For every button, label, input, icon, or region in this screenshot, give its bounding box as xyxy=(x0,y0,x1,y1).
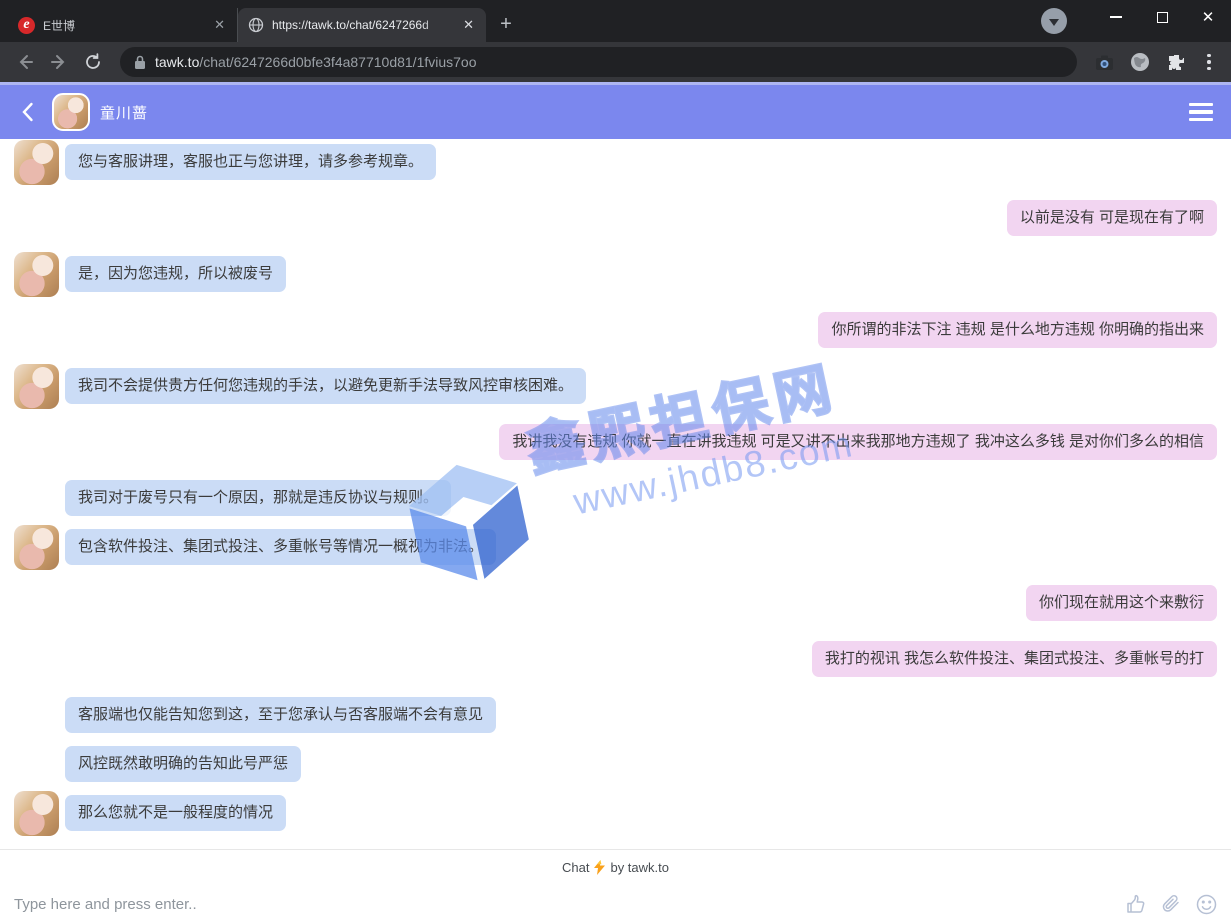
message-bubble: 你所谓的非法下注 违规 是什么地方违规 你明确的指出来 xyxy=(818,312,1217,348)
tab-tawk-chat[interactable]: https://tawk.to/chat/6247266d ✕ xyxy=(238,8,486,42)
chat-menu-icon[interactable] xyxy=(1185,99,1217,126)
agent-avatar xyxy=(14,525,59,570)
agent-avatar xyxy=(14,252,59,297)
brand-chat-label: Chat xyxy=(562,860,589,875)
message-bubble: 风控既然敢明确的告知此号严惩 xyxy=(65,746,301,782)
chat-back-button[interactable] xyxy=(14,99,40,125)
brand-by-label: by tawk.to xyxy=(610,860,669,875)
chat-message: 你所谓的非法下注 违规 是什么地方违规 你明确的指出来 xyxy=(14,312,1231,348)
url-domain: tawk.to xyxy=(155,54,199,70)
message-bubble: 我司不会提供贵方任何您违规的手法，以避免更新手法导致风控审核困难。 xyxy=(65,368,586,404)
message-bubble: 客服端也仅能告知您到这，至于您承认与否客服端不会有意见 xyxy=(65,697,496,733)
chat-header: 童川蔷 xyxy=(0,85,1231,139)
chat-message: 我讲我没有违规 你就一直在讲我违规 可是又讲不出来我那地方违规了 我冲这么多钱 … xyxy=(14,424,1231,460)
agent-avatar xyxy=(52,93,90,131)
chat-message: 您与客服讲理，客服也正与您讲理，请多参考规章。 xyxy=(14,144,1231,180)
window-maximize-button[interactable] xyxy=(1139,0,1185,34)
lightning-bolt-icon xyxy=(594,860,605,875)
chat-message-list: 您与客服讲理，客服也正与您讲理，请多参考规章。 以前是没有 可是现在有了啊 是，… xyxy=(0,139,1231,849)
browser-toolbar: tawk.to/chat/6247266d0bfe3f4a87710d81/1f… xyxy=(0,42,1231,82)
globe-extension-icon[interactable] xyxy=(1125,47,1155,77)
chat-message: 我司对于废号只有一个原因，那就是违反协议与规则。 xyxy=(14,480,1231,516)
chat-message: 我打的视讯 我怎么软件投注、集团式投注、多重帐号的打 xyxy=(14,641,1231,677)
tab-title: https://tawk.to/chat/6247266d xyxy=(272,18,453,32)
thumbs-up-icon[interactable] xyxy=(1125,893,1147,915)
new-tab-button[interactable]: + xyxy=(492,11,520,39)
browser-menu-icon[interactable] xyxy=(1197,47,1221,77)
tawk-branding[interactable]: Chat by tawk.to xyxy=(0,849,1231,884)
message-bubble: 是，因为您违规，所以被废号 xyxy=(65,256,286,292)
tawk-chat-page: 童川蔷 您与客服讲理，客服也正与您讲理，请多参考规章。 以前是没有 可是现在有了… xyxy=(0,82,1231,924)
tab-close-icon[interactable]: ✕ xyxy=(212,17,227,33)
message-bubble: 我司对于废号只有一个原因，那就是违反协议与规则。 xyxy=(65,480,451,516)
chat-message: 客服端也仅能告知您到这，至于您承认与否客服端不会有意见 xyxy=(14,697,1231,733)
chat-message: 我司不会提供贵方任何您违规的手法，以避免更新手法导致风控审核困难。 xyxy=(14,368,1231,404)
message-bubble: 您与客服讲理，客服也正与您讲理，请多参考规章。 xyxy=(65,144,436,180)
tab-esbo[interactable]: e E世博 ✕ xyxy=(8,8,238,42)
chat-message: 风控既然敢明确的告知此号严惩 xyxy=(14,746,1231,782)
emoji-icon[interactable] xyxy=(1195,893,1217,915)
browser-window: e E世博 ✕ https://tawk.to/chat/6247266d ✕ … xyxy=(0,0,1231,924)
tab-close-icon[interactable]: ✕ xyxy=(461,17,476,33)
message-bubble: 包含软件投注、集团式投注、多重帐号等情况一概视为非法。 xyxy=(65,529,496,565)
agent-avatar xyxy=(14,364,59,409)
message-bubble: 我讲我没有违规 你就一直在讲我违规 可是又讲不出来我那地方违规了 我冲这么多钱 … xyxy=(499,424,1217,460)
agent-avatar xyxy=(14,791,59,836)
globe-favicon-icon xyxy=(248,17,264,33)
window-close-button[interactable]: ✕ xyxy=(1185,0,1231,34)
chat-message: 包含软件投注、集团式投注、多重帐号等情况一概视为非法。 xyxy=(14,529,1231,565)
message-composer xyxy=(0,884,1231,924)
agent-avatar xyxy=(14,140,59,185)
window-minimize-button[interactable] xyxy=(1093,0,1139,34)
extensions-puzzle-icon[interactable] xyxy=(1161,47,1191,77)
reload-button[interactable] xyxy=(78,47,108,77)
chat-message: 那么您就不是一般程度的情况 xyxy=(14,795,1231,831)
downloads-button[interactable] xyxy=(1041,8,1067,34)
agent-name: 童川蔷 xyxy=(100,102,148,123)
chat-message: 是，因为您违规，所以被废号 xyxy=(14,256,1231,292)
lock-icon xyxy=(134,55,146,70)
browser-tab-bar: e E世博 ✕ https://tawk.to/chat/6247266d ✕ … xyxy=(0,0,1231,42)
back-button[interactable] xyxy=(10,47,40,77)
camera-extension-icon[interactable] xyxy=(1089,47,1119,77)
message-bubble: 我打的视讯 我怎么软件投注、集团式投注、多重帐号的打 xyxy=(812,641,1217,677)
chat-message: 你们现在就用这个来敷衍 xyxy=(14,585,1231,621)
forward-button[interactable] xyxy=(44,47,74,77)
url-path: /chat/6247266d0bfe3f4a87710d81/1fvius7oo xyxy=(199,54,476,70)
tab-title: E世博 xyxy=(43,17,204,34)
message-bubble: 那么您就不是一般程度的情况 xyxy=(65,795,286,831)
esbo-favicon-icon: e xyxy=(18,17,35,34)
attachment-icon[interactable] xyxy=(1160,893,1182,915)
chat-message: 以前是没有 可是现在有了啊 xyxy=(14,200,1231,236)
message-bubble: 你们现在就用这个来敷衍 xyxy=(1026,585,1217,621)
address-bar[interactable]: tawk.to/chat/6247266d0bfe3f4a87710d81/1f… xyxy=(120,47,1077,77)
message-input[interactable] xyxy=(14,896,1111,913)
message-bubble: 以前是没有 可是现在有了啊 xyxy=(1007,200,1217,236)
